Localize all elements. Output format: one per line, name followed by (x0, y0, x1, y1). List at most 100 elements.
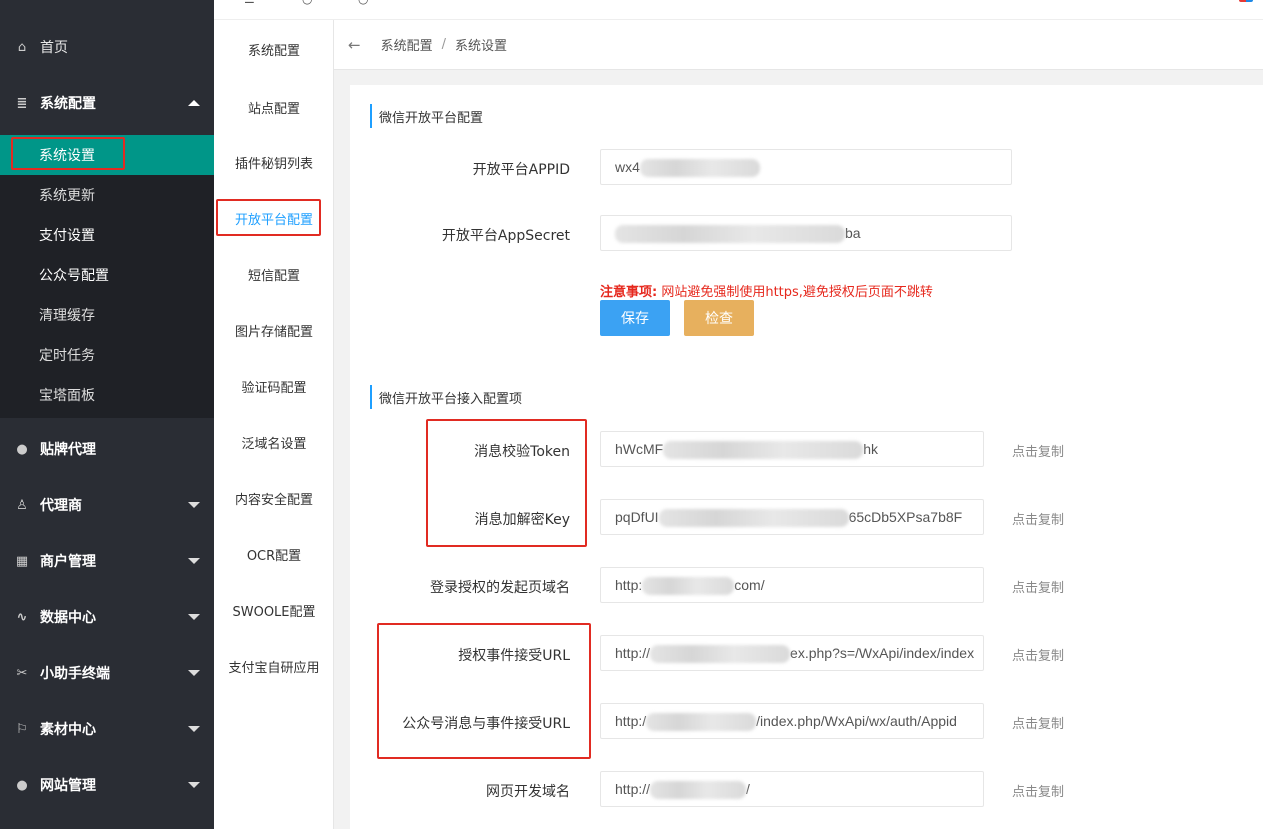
notice-body: 网站避免强制使用https,避免授权后页面不跳转 (661, 285, 933, 300)
msg-event-url-input[interactable]: http:/ /index.php/WxApi/wx/auth/Appid (600, 703, 984, 739)
nav-label: 代理商 (40, 498, 82, 514)
subnav-label: 开放平台配置 (234, 212, 313, 228)
config-icon: ≣ (16, 95, 28, 111)
subnav-label: OCR配置 (246, 548, 302, 564)
sub-item-bt-panel[interactable]: 宝塔面板 (0, 375, 214, 415)
back-arrow-icon[interactable]: ← (348, 36, 361, 54)
copy-login-domain-link[interactable]: 点击复制 (1012, 577, 1064, 596)
top-bar: ☰ ○ ○ (214, 0, 1263, 20)
agent-icon: ♙ (16, 497, 28, 513)
auth-event-url-input[interactable]: http:// ex.php?s=/WxApi/index/index (600, 635, 984, 671)
nav-merchant[interactable]: ▦ 商户管理 (0, 533, 214, 589)
login-domain-input[interactable]: http: com/ (600, 567, 984, 603)
chevron-down-icon (188, 782, 200, 788)
breadcrumb-separator: / (441, 37, 446, 52)
login-domain-prefix: http: (615, 577, 643, 593)
nav-material-center[interactable]: ⚐ 素材中心 (0, 701, 214, 757)
subnav-swoole[interactable]: SWOOLE配置 (214, 590, 334, 630)
token-input[interactable]: hWcMF hk (600, 431, 984, 467)
aes-key-label: 消息加解密Key (474, 512, 570, 528)
chevron-down-icon (188, 726, 200, 732)
subnav-image-storage[interactable]: 图片存储配置 (214, 310, 334, 350)
fullscreen-icon[interactable]: ○ (358, 0, 372, 6)
nav-assistant-terminal[interactable]: ✂ 小助手终端 (0, 645, 214, 701)
subnav-label: 内容安全配置 (234, 492, 313, 508)
copy-auth-event-url-link[interactable]: 点击复制 (1012, 645, 1064, 664)
sub-item-scheduled-tasks[interactable]: 定时任务 (0, 335, 214, 375)
chevron-down-icon (188, 614, 200, 620)
save-button[interactable]: 保存 (600, 300, 670, 336)
login-domain-label: 登录授权的发起页域名 (430, 580, 570, 596)
copy-aes-key-link[interactable]: 点击复制 (1012, 509, 1064, 528)
chevron-down-icon (188, 670, 200, 676)
subnav-content-security[interactable]: 内容安全配置 (214, 478, 334, 518)
token-suffix: hk (863, 441, 879, 457)
appid-input[interactable]: wx4 (600, 149, 1012, 185)
sub-item-system-update[interactable]: 系统更新 (0, 175, 214, 215)
subnav-site-config[interactable]: 站点配置 (214, 87, 334, 127)
copy-token-link[interactable]: 点击复制 (1012, 441, 1064, 460)
nav-data-center[interactable]: ∿ 数据中心 (0, 589, 214, 645)
section-title-open-platform: 微信开放平台配置 (370, 104, 483, 128)
nav-site-management[interactable]: ● 网站管理 (0, 757, 214, 813)
subnav-alipay-app[interactable]: 支付宝自研应用 (214, 646, 334, 686)
copy-web-domain-link[interactable]: 点击复制 (1012, 781, 1064, 800)
subnav-wildcard-domain[interactable]: 泛域名设置 (214, 422, 334, 462)
user-menu-icon[interactable] (1239, 0, 1253, 2)
auth-event-url-label: 授权事件接受URL (458, 648, 570, 664)
subnav-sms-config[interactable]: 短信配置 (214, 254, 334, 294)
subnav-ocr[interactable]: OCR配置 (214, 534, 334, 574)
appsecret-input[interactable]: ba (600, 215, 1012, 251)
nav-label: 贴牌代理 (40, 442, 96, 458)
web-domain-prefix: http:// (615, 781, 651, 797)
nav-system-config[interactable]: ≣ 系统配置 (0, 75, 214, 131)
chevron-up-icon (188, 100, 200, 106)
system-config-submenu: 系统设置 系统更新 支付设置 公众号配置 清理缓存 定时任务 宝塔面板 (0, 135, 214, 418)
chevron-down-icon (188, 502, 200, 508)
subnav-captcha[interactable]: 验证码配置 (214, 366, 334, 406)
nav-label: 素材中心 (40, 722, 96, 738)
aes-key-input[interactable]: pqDfUI 65cDb5XPsa7b8F (600, 499, 984, 535)
subnav-label: 插件秘钥列表 (234, 156, 313, 172)
sub-item-label: 清理缓存 (39, 308, 95, 324)
sub-item-payment-settings[interactable]: 支付设置 (0, 215, 214, 255)
sub-item-label: 系统设置 (39, 148, 95, 164)
web-domain-suffix: / (746, 781, 750, 797)
subnav-plugin-keys[interactable]: 插件秘钥列表 (214, 142, 334, 182)
breadcrumb-parent[interactable]: 系统配置 (381, 35, 433, 54)
sidebar: ⌂ 首页 ≣ 系统配置 系统设置 系统更新 支付设置 公众号配置 清理缓存 定时… (0, 0, 214, 829)
nav-home[interactable]: ⌂ 首页 (0, 19, 214, 75)
nav-label: 系统配置 (40, 96, 96, 112)
web-domain-input[interactable]: http:// / (600, 771, 984, 807)
nav-label: 小助手终端 (40, 666, 110, 682)
aes-key-prefix: pqDfUI (615, 509, 659, 525)
pulse-icon: ∿ (16, 609, 28, 625)
subnav-label: 站点配置 (247, 101, 300, 117)
subnav-label: 支付宝自研应用 (228, 660, 320, 676)
nav-oem-agent[interactable]: ● 贴牌代理 (0, 421, 214, 477)
subnav-system-config[interactable]: 系统配置 (214, 29, 334, 69)
subnav-label: 图片存储配置 (234, 324, 313, 340)
menu-toggle-icon[interactable]: ☰ (244, 0, 258, 6)
refresh-icon[interactable]: ○ (302, 0, 316, 6)
copy-msg-event-url-link[interactable]: 点击复制 (1012, 713, 1064, 732)
subnav-open-platform[interactable]: 开放平台配置 (214, 198, 334, 238)
web-domain-label: 网页开发域名 (486, 784, 570, 800)
sub-item-label: 定时任务 (39, 348, 95, 364)
subnav-label: 短信配置 (247, 268, 300, 284)
check-button[interactable]: 检查 (684, 300, 754, 336)
section-title-access-config: 微信开放平台接入配置项 (370, 385, 522, 409)
appsecret-label: 开放平台AppSecret (441, 228, 570, 244)
auth-event-url-suffix: ex.php?s=/WxApi/index/index (790, 645, 975, 661)
breadcrumb-current: 系统设置 (454, 39, 507, 54)
notice-text: 注意事项: 网站避免强制使用https,避免授权后页面不跳转 (600, 281, 933, 300)
sub-item-system-settings[interactable]: 系统设置 (0, 135, 214, 175)
msg-event-url-suffix: /index.php/WxApi/wx/auth/Appid (756, 713, 957, 729)
subnav-label: 系统配置 (247, 43, 300, 59)
sub-item-clear-cache[interactable]: 清理缓存 (0, 295, 214, 335)
sub-item-official-account[interactable]: 公众号配置 (0, 255, 214, 295)
nav-label: 首页 (40, 40, 68, 56)
grid-icon: ▦ (15, 553, 29, 569)
nav-label: 网站管理 (40, 778, 96, 794)
nav-agent[interactable]: ♙ 代理商 (0, 477, 214, 533)
